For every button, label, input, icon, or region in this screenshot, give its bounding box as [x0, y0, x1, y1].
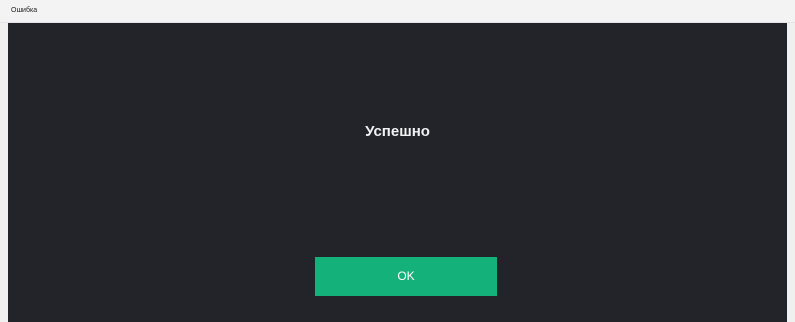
dialog-window: Ошибка Успешно OK [0, 0, 795, 322]
title-bar[interactable]: Ошибка [0, 0, 795, 23]
dialog-body: Успешно OK [8, 23, 787, 322]
status-message: Успешно [365, 123, 430, 140]
window-title: Ошибка [11, 7, 38, 14]
ok-button[interactable]: OK [315, 257, 497, 296]
